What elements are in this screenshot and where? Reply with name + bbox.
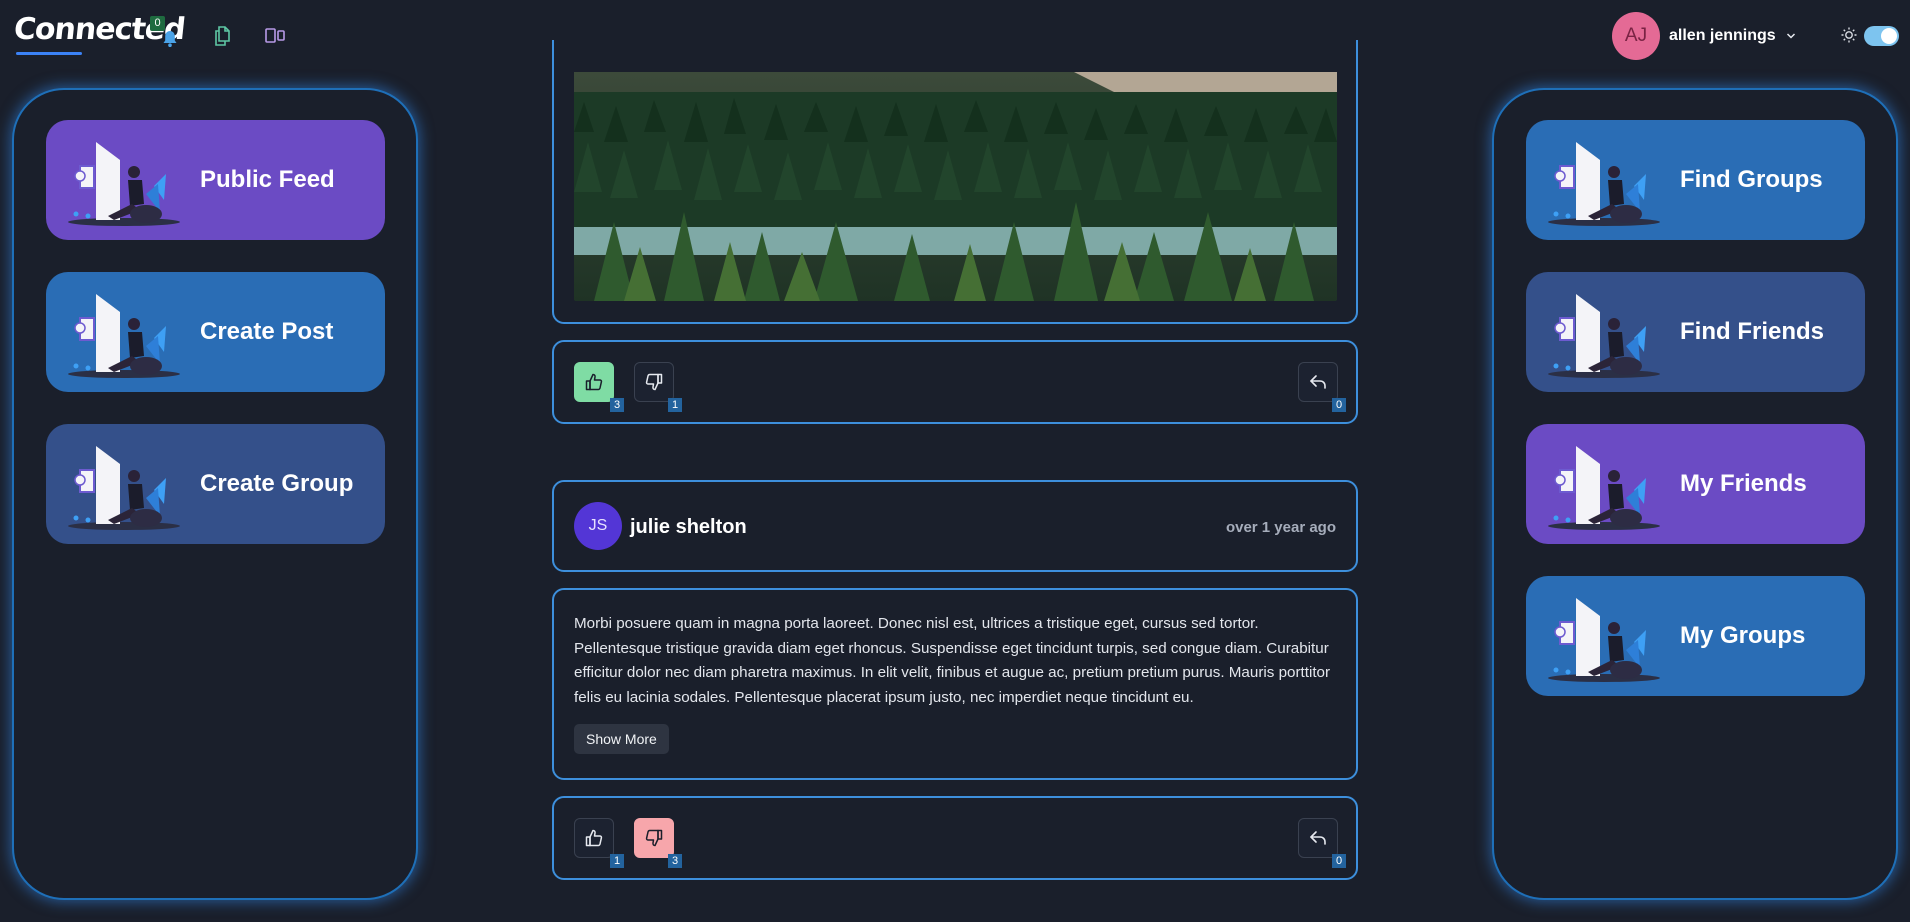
nav-card-label: Public Feed bbox=[200, 166, 335, 193]
reading-illustration-icon bbox=[1548, 294, 1660, 378]
avatar: AJ bbox=[1612, 12, 1660, 60]
reading-illustration-icon bbox=[68, 142, 180, 226]
like-button[interactable] bbox=[574, 362, 614, 402]
nav-card-label: My Friends bbox=[1680, 470, 1807, 497]
thumbs-down-icon bbox=[645, 373, 663, 391]
nav-card-label: Create Post bbox=[200, 318, 334, 345]
like-button[interactable] bbox=[574, 818, 614, 858]
like-count: 3 bbox=[610, 398, 624, 412]
post-author-name[interactable]: julie shelton bbox=[630, 516, 747, 539]
dislike-button[interactable] bbox=[634, 818, 674, 858]
nav-card-label: Find Groups bbox=[1680, 166, 1823, 193]
nav-card-label: My Groups bbox=[1680, 622, 1806, 649]
nav-card-create-group[interactable]: Create Group bbox=[46, 424, 385, 544]
nav-card-create-post[interactable]: Create Post bbox=[46, 272, 385, 392]
left-nav-panel: Public Feed Create Post Create Group bbox=[12, 88, 418, 900]
reply-count: 0 bbox=[1332, 398, 1346, 412]
forest-lake-image bbox=[574, 72, 1337, 301]
reading-illustration-icon bbox=[1548, 598, 1660, 682]
reply-button[interactable] bbox=[1298, 362, 1338, 402]
dislike-count: 1 bbox=[668, 398, 682, 412]
avatar[interactable]: JS bbox=[574, 502, 622, 550]
show-more-button[interactable]: Show More bbox=[574, 724, 669, 754]
like-count: 1 bbox=[610, 854, 624, 868]
logo-underline bbox=[16, 52, 82, 55]
nav-card-label: Create Group bbox=[200, 470, 354, 497]
user-name: allen jennings bbox=[1669, 27, 1776, 44]
post-header: JS julie shelton over 1 year ago bbox=[552, 480, 1358, 572]
user-menu[interactable]: AJ allen jennings bbox=[1612, 12, 1796, 60]
reply-icon bbox=[1310, 831, 1326, 845]
toggle-knob bbox=[1881, 28, 1897, 44]
chevron-down-icon bbox=[1786, 33, 1795, 39]
reply-count: 0 bbox=[1332, 854, 1346, 868]
post-actions-bar: 1 3 0 bbox=[552, 796, 1358, 880]
dislike-count: 3 bbox=[668, 854, 682, 868]
nav-card-label: Find Friends bbox=[1680, 318, 1824, 345]
reading-illustration-icon bbox=[1548, 142, 1660, 226]
nav-card-public-feed[interactable]: Public Feed bbox=[46, 120, 385, 240]
reply-button[interactable] bbox=[1298, 818, 1338, 858]
post-media-card bbox=[552, 40, 1358, 324]
post-timestamp: over 1 year ago bbox=[1225, 519, 1336, 536]
notification-count-badge: 0 bbox=[150, 16, 165, 31]
nav-card-my-friends[interactable]: My Friends bbox=[1526, 424, 1865, 544]
layout-icon[interactable] bbox=[263, 24, 287, 48]
nav-card-find-friends[interactable]: Find Friends bbox=[1526, 272, 1865, 392]
reading-illustration-icon bbox=[68, 446, 180, 530]
thumbs-up-icon bbox=[585, 829, 603, 847]
post-image[interactable] bbox=[574, 72, 1337, 301]
nav-card-find-groups[interactable]: Find Groups bbox=[1526, 120, 1865, 240]
reading-illustration-icon bbox=[68, 294, 180, 378]
notifications-button[interactable]: 0 bbox=[150, 16, 180, 48]
thumbs-down-icon bbox=[645, 829, 663, 847]
reply-icon bbox=[1310, 375, 1326, 389]
sun-icon bbox=[1841, 27, 1857, 43]
nav-card-my-groups[interactable]: My Groups bbox=[1526, 576, 1865, 696]
post-text: Morbi posuere quam in magna porta laoree… bbox=[574, 615, 1331, 706]
post-actions-bar: 3 1 0 bbox=[552, 340, 1358, 424]
reading-illustration-icon bbox=[1548, 446, 1660, 530]
right-nav-panel: Find Groups Find Friends My Friends My G… bbox=[1492, 88, 1898, 900]
post-body: Morbi posuere quam in magna porta laoree… bbox=[552, 588, 1358, 780]
documents-icon[interactable] bbox=[210, 24, 234, 48]
bell-icon bbox=[163, 31, 177, 47]
thumbs-up-icon bbox=[585, 373, 603, 391]
dislike-button[interactable] bbox=[634, 362, 674, 402]
theme-toggle[interactable] bbox=[1864, 26, 1899, 46]
